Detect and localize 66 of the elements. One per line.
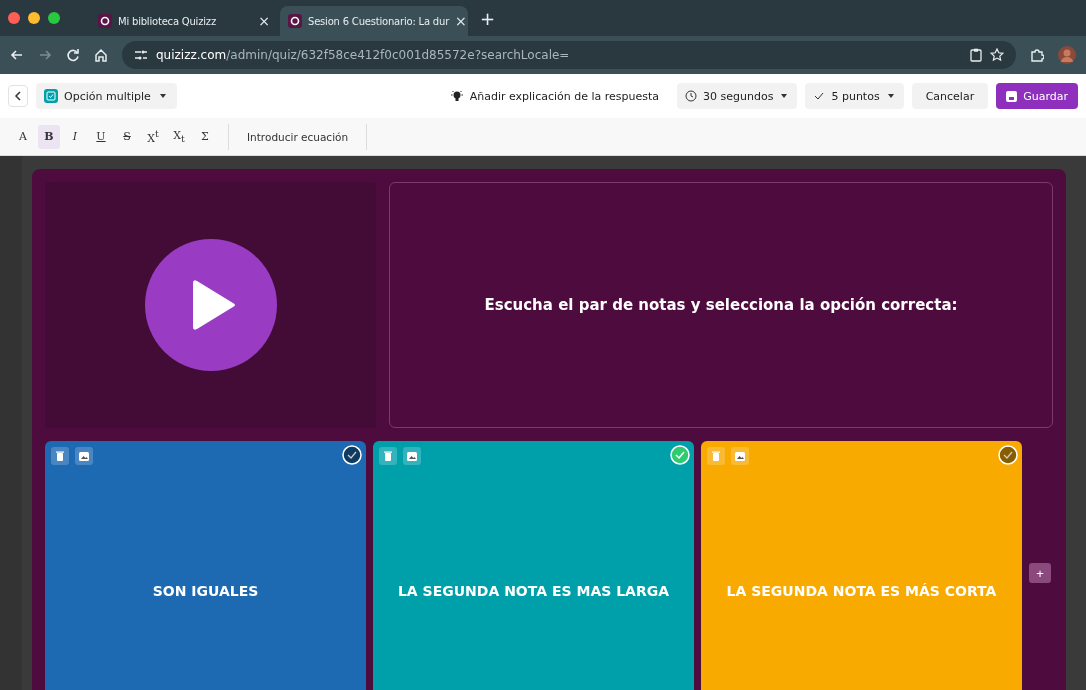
cancel-button[interactable]: Cancelar bbox=[911, 83, 989, 109]
reload-icon[interactable] bbox=[66, 48, 80, 62]
time-dropdown[interactable]: 30 segundos bbox=[677, 83, 798, 109]
format-button[interactable]: X$_{t}$ bbox=[168, 124, 190, 149]
extensions-icon[interactable] bbox=[1030, 48, 1044, 62]
trash-icon bbox=[712, 451, 720, 461]
correct-check-icon[interactable] bbox=[670, 445, 690, 465]
check-circle-icon[interactable] bbox=[998, 445, 1018, 465]
format-button[interactable]: I bbox=[64, 124, 86, 149]
format-button[interactable]: Σ bbox=[194, 124, 216, 149]
format-button[interactable]: X$^{t}$ bbox=[142, 124, 164, 149]
question-text[interactable]: Escucha el par de notas y selecciona la opción correcta: bbox=[389, 182, 1053, 428]
window-controls-icon bbox=[8, 12, 60, 24]
back-icon[interactable] bbox=[10, 48, 24, 62]
clipboard-icon[interactable] bbox=[970, 48, 982, 62]
check-circle-icon[interactable] bbox=[342, 445, 362, 465]
add-image-button[interactable] bbox=[403, 447, 421, 465]
browser-tab[interactable]: Sesion 6 Cuestionario: La dur × bbox=[280, 6, 468, 36]
tab-title: Sesion 6 Cuestionario: La dur bbox=[308, 15, 450, 27]
image-icon bbox=[79, 451, 89, 461]
clock-icon bbox=[685, 90, 698, 102]
site-settings-icon bbox=[134, 49, 148, 61]
chevron-left-icon bbox=[14, 91, 22, 101]
quiz-logo-icon bbox=[98, 14, 112, 28]
points-dropdown[interactable]: 5 puntos bbox=[805, 83, 904, 109]
forward-icon[interactable] bbox=[38, 48, 52, 62]
home-icon[interactable] bbox=[94, 48, 108, 62]
check-icon bbox=[813, 90, 826, 102]
close-tab-button[interactable]: × bbox=[258, 13, 270, 29]
insert-equation-button[interactable]: Introducir ecuación bbox=[241, 124, 355, 149]
address-bar[interactable]: quizizz.com/admin/quiz/632f58ce412f0c001d85572e?searchLocale= bbox=[122, 41, 1016, 69]
checkbox-icon bbox=[44, 89, 58, 103]
new-tab-button[interactable]: + bbox=[480, 7, 496, 29]
close-tab-button[interactable]: × bbox=[455, 13, 467, 29]
caret-icon bbox=[885, 92, 896, 100]
bookmark-star-icon[interactable] bbox=[990, 48, 1004, 62]
add-image-button[interactable] bbox=[75, 447, 93, 465]
delete-button[interactable] bbox=[51, 447, 69, 465]
format-button[interactable]: A bbox=[12, 124, 34, 149]
save-icon bbox=[1006, 90, 1018, 102]
add-option-button[interactable]: + bbox=[1029, 563, 1051, 583]
lightbulb-icon bbox=[449, 89, 464, 103]
format-button[interactable]: S bbox=[116, 124, 138, 149]
add-image-button[interactable] bbox=[731, 447, 749, 465]
format-button[interactable]: B bbox=[38, 124, 60, 149]
trash-icon bbox=[56, 451, 64, 461]
question-type-dropdown[interactable]: Opción multiple bbox=[36, 83, 177, 109]
browser-tab[interactable]: Mi biblioteca Quizizz × bbox=[90, 6, 278, 36]
image-icon bbox=[735, 451, 745, 461]
format-button[interactable]: U bbox=[90, 124, 112, 149]
option-text: LA SEGUNDA NOTA ES MAS LARGA bbox=[397, 583, 670, 599]
trash-icon bbox=[384, 451, 392, 461]
quiz-logo-icon bbox=[288, 14, 302, 28]
back-button[interactable] bbox=[8, 85, 28, 107]
url-text: quizizz.com/admin/quiz/632f58ce412f0c001d85572e?searchLocale= bbox=[156, 48, 570, 62]
option-text: LA SEGUNDA NOTA ES MÁS CORTA bbox=[726, 583, 997, 599]
option-text: SON IGUALES bbox=[152, 583, 259, 599]
answer-option[interactable]: SON IGUALES bbox=[45, 441, 366, 690]
tab-title: Mi biblioteca Quizizz bbox=[118, 15, 217, 27]
avatar-icon[interactable] bbox=[1058, 46, 1076, 64]
add-explanation-button[interactable]: Añadir explicación de la respuesta bbox=[439, 83, 670, 109]
save-button[interactable]: Guardar bbox=[996, 83, 1078, 109]
image-icon bbox=[407, 451, 417, 461]
caret-icon bbox=[779, 92, 790, 100]
play-button-icon[interactable] bbox=[144, 239, 277, 371]
delete-button[interactable] bbox=[379, 447, 397, 465]
